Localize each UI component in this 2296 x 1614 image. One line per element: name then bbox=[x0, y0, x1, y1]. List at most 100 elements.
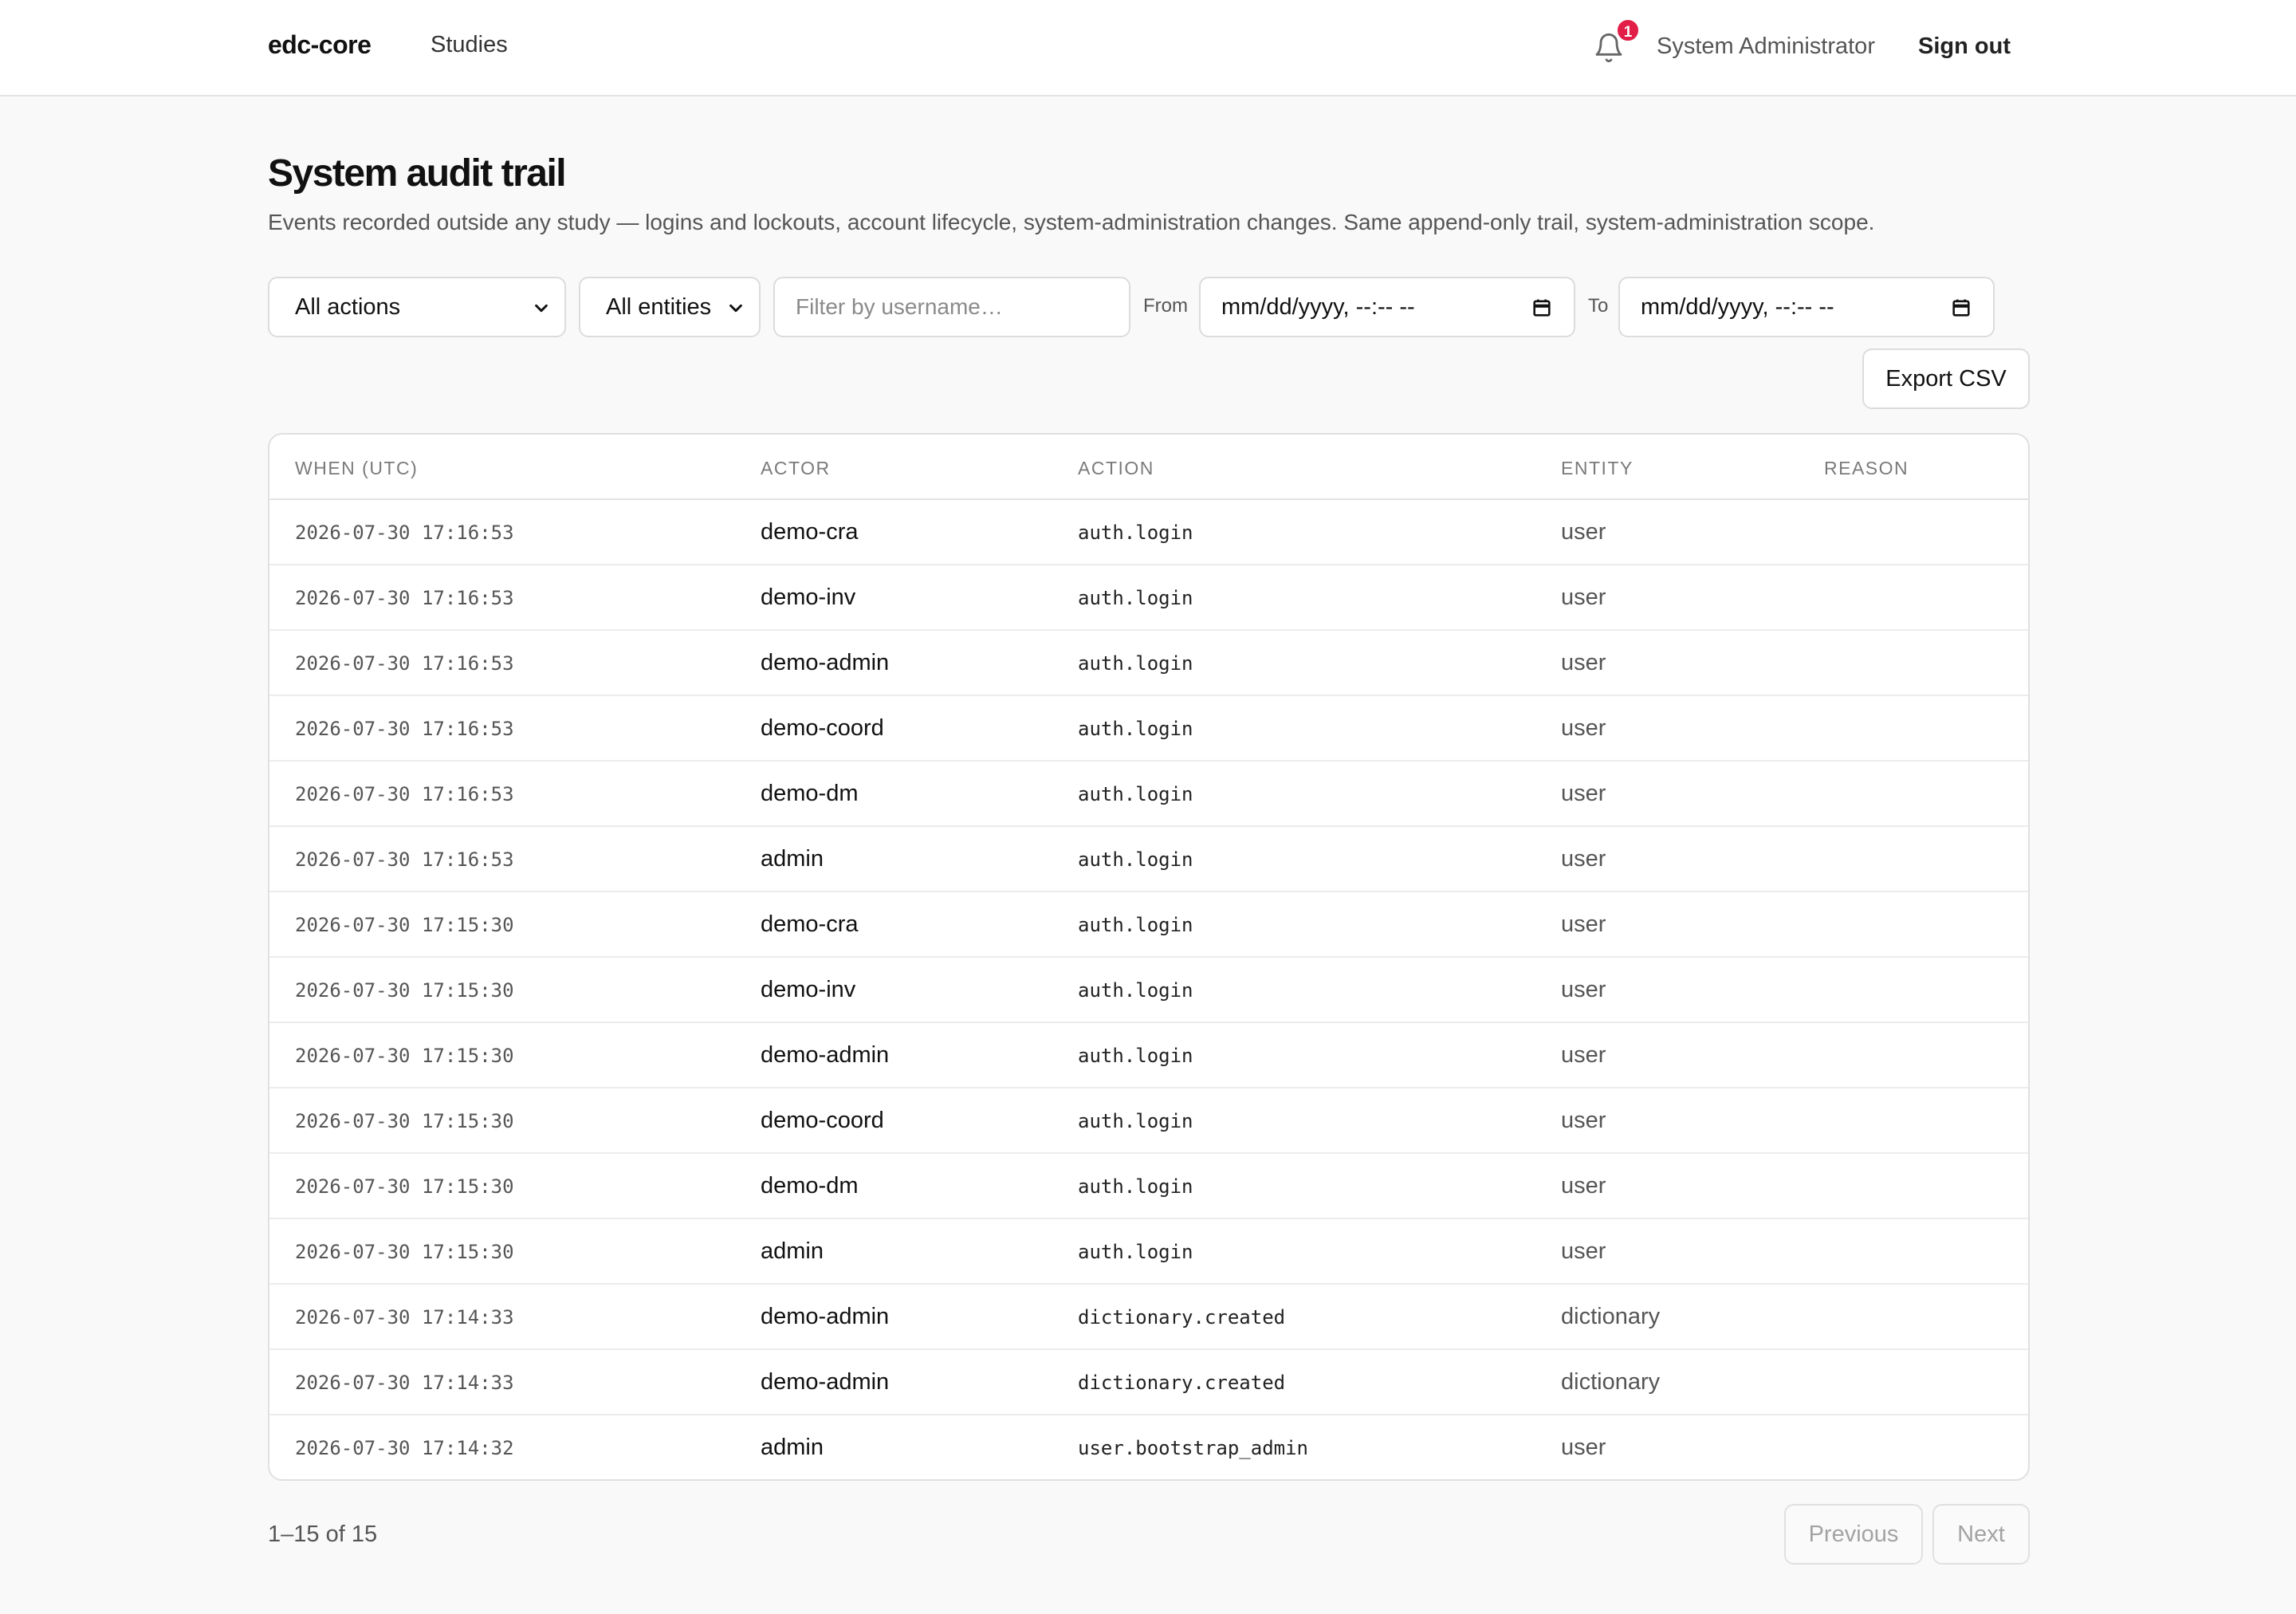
notification-count-badge: 1 bbox=[1615, 18, 1641, 43]
cell-actor: demo-dm bbox=[761, 781, 859, 806]
cell-entity: dictionary bbox=[1561, 1304, 1661, 1329]
audit-table: When (UTC) Actor Action Entity Reason 20… bbox=[268, 433, 2030, 1481]
cell-when: 2026-07-30 17:16:53 bbox=[295, 718, 514, 740]
cell-actor: admin bbox=[761, 1238, 824, 1264]
cell-actor: demo-admin bbox=[761, 1304, 890, 1329]
table-row: 2026-07-30 17:16:53 demo-admin auth.login u… bbox=[269, 631, 2028, 696]
cell-entity: user bbox=[1561, 1042, 1606, 1068]
cell-action: auth.login bbox=[1078, 848, 1193, 871]
brand-logo[interactable]: edc-core bbox=[268, 30, 372, 60]
table-row: 2026-07-30 17:16:53 admin auth.login user bbox=[269, 827, 2028, 892]
current-user-name: System Administrator bbox=[1657, 33, 1875, 59]
to-date-label: To bbox=[1588, 295, 1609, 317]
cell-actor: demo-cra bbox=[761, 911, 859, 937]
table-row: 2026-07-30 17:15:30 demo-dm auth.login user bbox=[269, 1154, 2028, 1219]
table-row: 2026-07-30 17:16:53 demo-cra auth.login use… bbox=[269, 500, 2028, 565]
column-header-action: Action bbox=[1078, 458, 1154, 478]
cell-action: dictionary.created bbox=[1078, 1372, 1286, 1394]
column-header-reason: Reason bbox=[1824, 458, 1909, 478]
column-header-when: When (UTC) bbox=[295, 458, 419, 478]
cell-entity: dictionary bbox=[1561, 1369, 1661, 1395]
cell-entity: user bbox=[1561, 781, 1606, 806]
username-filter-input[interactable] bbox=[773, 277, 1130, 337]
chevron-down-icon bbox=[535, 304, 548, 313]
cell-actor: demo-inv bbox=[761, 585, 856, 610]
page-description: Events recorded outside any study — logi… bbox=[268, 210, 1875, 234]
cell-when: 2026-07-30 17:15:30 bbox=[295, 1241, 514, 1263]
cell-actor: demo-dm bbox=[761, 1173, 859, 1199]
column-header-entity: Entity bbox=[1561, 458, 1634, 478]
cell-actor: demo-coord bbox=[761, 1108, 884, 1133]
from-date-input[interactable]: mm/dd/yyyy, --:-- -- bbox=[1199, 277, 1575, 337]
cell-when: 2026-07-30 17:14:33 bbox=[295, 1306, 514, 1329]
cell-actor: demo-coord bbox=[761, 715, 884, 741]
sign-out-button[interactable]: Sign out bbox=[1918, 33, 2011, 60]
cell-when: 2026-07-30 17:15:30 bbox=[295, 1110, 514, 1132]
cell-entity: user bbox=[1561, 846, 1606, 872]
cell-actor: demo-inv bbox=[761, 977, 856, 1002]
export-csv-button[interactable]: Export CSV bbox=[1862, 348, 2030, 409]
chevron-down-icon bbox=[729, 304, 742, 313]
cell-when: 2026-07-30 17:15:30 bbox=[295, 914, 514, 936]
cell-when: 2026-07-30 17:14:32 bbox=[295, 1437, 514, 1459]
cell-action: user.bootstrap_admin bbox=[1078, 1437, 1308, 1459]
cell-entity: user bbox=[1561, 1238, 1606, 1264]
table-row: 2026-07-30 17:15:30 demo-admin auth.login u… bbox=[269, 1023, 2028, 1088]
cell-entity: user bbox=[1561, 715, 1606, 741]
cell-entity: user bbox=[1561, 650, 1606, 675]
page-title: System audit trail bbox=[268, 152, 567, 195]
cell-action: auth.login bbox=[1078, 1175, 1193, 1198]
cell-when: 2026-07-30 17:15:30 bbox=[295, 1175, 514, 1198]
cell-entity: user bbox=[1561, 1435, 1606, 1460]
table-row: 2026-07-30 17:14:33 demo-admin dictionary.… bbox=[269, 1350, 2028, 1415]
table-row: 2026-07-30 17:15:30 demo-coord auth.login u… bbox=[269, 1088, 2028, 1154]
cell-when: 2026-07-30 17:15:30 bbox=[295, 1045, 514, 1067]
table-row: 2026-07-30 17:16:53 demo-coord auth.login u… bbox=[269, 696, 2028, 762]
column-header-actor: Actor bbox=[761, 458, 831, 478]
cell-action: auth.login bbox=[1078, 914, 1193, 936]
table-row: 2026-07-30 17:16:53 demo-inv auth.login use… bbox=[269, 565, 2028, 631]
cell-action: auth.login bbox=[1078, 522, 1193, 544]
actions-filter-select[interactable]: All actions bbox=[268, 277, 566, 337]
cell-action: auth.login bbox=[1078, 783, 1193, 805]
cell-entity: user bbox=[1561, 1173, 1606, 1199]
to-date-input[interactable]: mm/dd/yyyy, --:-- -- bbox=[1618, 277, 1995, 337]
cell-action: auth.login bbox=[1078, 652, 1193, 675]
nav-studies-link[interactable]: Studies bbox=[431, 32, 508, 58]
cell-when: 2026-07-30 17:16:53 bbox=[295, 522, 514, 544]
cell-when: 2026-07-30 17:16:53 bbox=[295, 587, 514, 609]
cell-entity: user bbox=[1561, 911, 1606, 937]
cell-action: dictionary.created bbox=[1078, 1306, 1286, 1329]
to-date-value: mm/dd/yyyy, --:-- -- bbox=[1641, 294, 1834, 320]
cell-entity: user bbox=[1561, 977, 1606, 1002]
table-row: 2026-07-30 17:15:30 admin auth.login user bbox=[269, 1219, 2028, 1285]
table-row: 2026-07-30 17:14:32 admin user.bootstrap_a… bbox=[269, 1415, 2028, 1479]
cell-actor: admin bbox=[761, 1435, 824, 1460]
next-page-button[interactable]: Next bbox=[1932, 1504, 2030, 1565]
cell-action: auth.login bbox=[1078, 587, 1193, 609]
cell-when: 2026-07-30 17:16:53 bbox=[295, 783, 514, 805]
calendar-icon[interactable] bbox=[1531, 297, 1553, 319]
cell-when: 2026-07-30 17:15:30 bbox=[295, 979, 514, 1002]
cell-when: 2026-07-30 17:14:33 bbox=[295, 1372, 514, 1394]
cell-entity: user bbox=[1561, 1108, 1606, 1133]
cell-action: auth.login bbox=[1078, 1110, 1193, 1132]
top-navbar: edc-core Studies 1 System Administrator … bbox=[0, 0, 2296, 96]
table-header: When (UTC) Actor Action Entity Reason bbox=[269, 435, 2028, 500]
cell-actor: demo-admin bbox=[761, 1369, 890, 1395]
cell-entity: user bbox=[1561, 585, 1606, 610]
entities-filter-value: All entities bbox=[606, 294, 712, 320]
from-date-value: mm/dd/yyyy, --:-- -- bbox=[1221, 294, 1415, 320]
cell-action: auth.login bbox=[1078, 1241, 1193, 1263]
cell-entity: user bbox=[1561, 519, 1606, 545]
cell-actor: admin bbox=[761, 846, 824, 872]
calendar-icon[interactable] bbox=[1950, 297, 1972, 319]
cell-action: auth.login bbox=[1078, 979, 1193, 1002]
entities-filter-select[interactable]: All entities bbox=[579, 277, 761, 337]
table-row: 2026-07-30 17:15:30 demo-inv auth.login use… bbox=[269, 958, 2028, 1023]
table-row: 2026-07-30 17:16:53 demo-dm auth.login user bbox=[269, 762, 2028, 827]
actions-filter-value: All actions bbox=[295, 294, 401, 320]
table-row: 2026-07-30 17:15:30 demo-cra auth.login use… bbox=[269, 892, 2028, 958]
previous-page-button[interactable]: Previous bbox=[1784, 1504, 1923, 1565]
cell-actor: demo-cra bbox=[761, 519, 859, 545]
